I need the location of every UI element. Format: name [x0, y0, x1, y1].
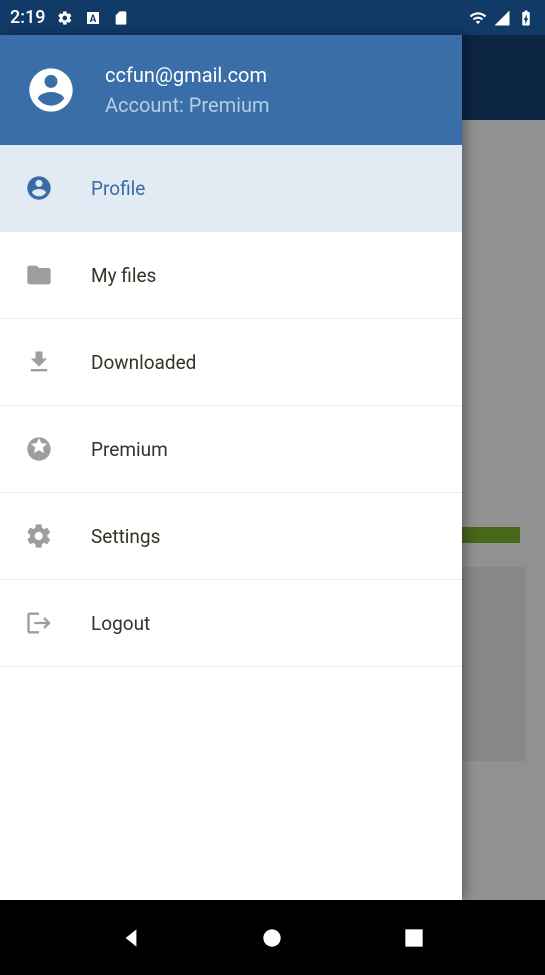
nav-label: Settings: [91, 525, 160, 548]
home-icon[interactable]: [259, 925, 285, 951]
nav-label: Premium: [91, 438, 168, 461]
nav-item-downloaded[interactable]: Downloaded: [0, 319, 462, 406]
back-icon[interactable]: [118, 925, 144, 951]
nav-item-myfiles[interactable]: My files: [0, 232, 462, 319]
nav-label: My files: [91, 264, 156, 287]
nav-label: Profile: [91, 177, 145, 200]
status-time: 2:19: [10, 7, 45, 28]
status-bar: 2:19 A: [0, 0, 545, 35]
folder-icon: [25, 261, 53, 289]
drawer-header[interactable]: ccfun@gmail.com Account: Premium: [0, 35, 462, 145]
star-circle-icon: [25, 435, 53, 463]
nav-item-settings[interactable]: Settings: [0, 493, 462, 580]
recent-apps-icon[interactable]: [401, 925, 427, 951]
wifi-icon: [469, 9, 487, 27]
logout-icon: [25, 609, 53, 637]
status-left: 2:19 A: [10, 7, 129, 28]
drawer-header-texts: ccfun@gmail.com Account: Premium: [105, 63, 270, 117]
user-email: ccfun@gmail.com: [105, 63, 270, 87]
nav-drawer: ccfun@gmail.com Account: Premium Profile…: [0, 35, 462, 900]
gear-icon: [25, 522, 53, 550]
battery-charging-icon: [517, 9, 535, 27]
nav-item-profile[interactable]: Profile: [0, 145, 462, 232]
person-icon: [25, 174, 53, 202]
account-type: Account: Premium: [105, 93, 270, 117]
svg-text:A: A: [90, 14, 97, 25]
android-nav-bar: [0, 900, 545, 975]
nav-item-premium[interactable]: Premium: [0, 406, 462, 493]
signal-icon: [493, 9, 511, 27]
nav-label: Downloaded: [91, 351, 196, 374]
status-right: [469, 9, 535, 27]
avatar-icon: [25, 64, 77, 116]
font-icon: A: [85, 10, 101, 26]
nav-item-logout[interactable]: Logout: [0, 580, 462, 667]
gear-icon: [57, 10, 73, 26]
sd-card-icon: [113, 10, 129, 26]
nav-label: Logout: [91, 612, 150, 635]
download-icon: [25, 348, 53, 376]
